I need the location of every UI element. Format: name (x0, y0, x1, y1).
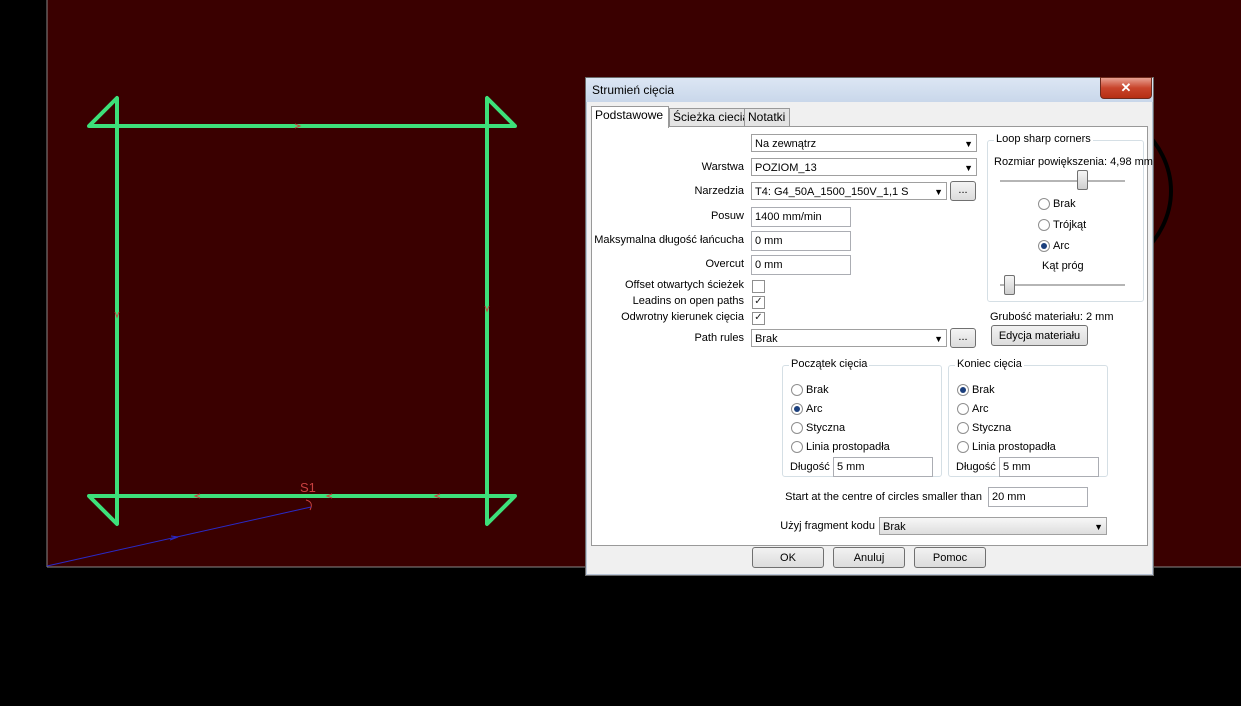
ok-button[interactable]: OK (752, 547, 824, 568)
tool-select[interactable]: T4: G4_50A_1500_150V_1,1 S ▼ (751, 182, 947, 200)
layer-select-value: POZIOM_13 (755, 162, 817, 174)
angle-slider-track (1000, 284, 1125, 287)
enlargement-size-label: Rozmiar powiększenia: 4,98 mm (994, 156, 1153, 168)
cancel-button[interactable]: Anuluj (833, 547, 905, 568)
cut-stream-dialog: Strumień cięcia ✕ Podstawowe Ścieżka cie… (585, 77, 1154, 576)
loop-option-none-label: Brak (1053, 198, 1076, 210)
material-thickness-label: Grubość materiału: 2 mm (990, 311, 1114, 323)
chevron-down-icon: ▼ (964, 139, 973, 149)
offset-open-label: Offset otwartych ścieżek (624, 279, 744, 291)
offset-open-checkbox[interactable] (752, 280, 765, 293)
circles-input[interactable]: 20 mm (988, 487, 1088, 507)
side-select[interactable]: Na zewnątrz ▼ (751, 134, 977, 152)
angle-slider-thumb[interactable] (1004, 275, 1015, 295)
loop-corners-title: Loop sharp corners (994, 133, 1093, 145)
angle-threshold-label: Kąt próg (1042, 260, 1084, 272)
circles-label: Start at the centre of circles smaller t… (785, 491, 982, 503)
end-length-input[interactable]: 5 mm (999, 457, 1099, 477)
path-rules-label: Path rules (694, 332, 744, 344)
chevron-down-icon: ▼ (934, 334, 943, 344)
end-perpendicular-label: Linia prostopadła (972, 441, 1056, 453)
overcut-label: Overcut (705, 258, 744, 270)
chevron-down-icon: ▼ (964, 163, 973, 173)
feed-label: Posuw (710, 210, 744, 222)
loop-option-arc-label: Arc (1053, 240, 1070, 252)
enlargement-slider-track (1000, 180, 1125, 183)
end-tangent-label: Styczna (972, 422, 1012, 434)
shape-label: S1 (300, 480, 316, 495)
tab-basic[interactable]: Podstawowe (591, 106, 669, 128)
reverse-label: Odwrotny kierunek cięcia (621, 311, 744, 323)
leadins-checkbox[interactable]: ✓ (752, 296, 765, 309)
start-arc-radio[interactable] (791, 403, 803, 415)
tab-notes[interactable]: Notatki (744, 108, 790, 127)
cut-start-group: Początek cięcia Brak Arc Styczna Linia p… (782, 358, 942, 477)
feed-input[interactable]: 1400 mm/min (751, 207, 851, 227)
edit-material-button[interactable]: Edycja materiału (991, 325, 1088, 346)
checkmark-icon: ✓ (754, 296, 763, 307)
start-perpendicular-radio[interactable] (791, 441, 803, 453)
close-icon: ✕ (1120, 80, 1132, 95)
max-chain-input[interactable]: 0 mm (751, 231, 851, 251)
dialog-titlebar[interactable]: Strumień cięcia ✕ (586, 77, 1153, 102)
reverse-checkbox[interactable]: ✓ (752, 312, 765, 325)
tool-label: Narzedzia (694, 185, 744, 197)
end-length-label: Długość (956, 461, 996, 473)
overcut-input[interactable]: 0 mm (751, 255, 851, 275)
max-chain-label: Maksymalna długość łańcucha (594, 234, 744, 246)
start-length-input[interactable]: 5 mm (833, 457, 933, 477)
start-tangent-radio[interactable] (791, 422, 803, 434)
code-fragment-select[interactable]: Brak ▼ (879, 517, 1107, 535)
loop-corners-group: Loop sharp corners Rozmiar powiększenia:… (987, 133, 1153, 302)
end-tangent-radio[interactable] (957, 422, 969, 434)
end-arc-label: Arc (972, 403, 989, 415)
tool-browse-button[interactable]: ... (950, 181, 976, 201)
tab-cut-path[interactable]: Ścieżka ciecia (669, 108, 749, 127)
chevron-down-icon: ▼ (934, 187, 943, 197)
end-none-radio[interactable] (957, 384, 969, 396)
start-length-label: Długość (790, 461, 830, 473)
leadins-label: Leadins on open paths (632, 295, 744, 307)
loop-option-none-radio[interactable] (1038, 198, 1050, 210)
end-perpendicular-radio[interactable] (957, 441, 969, 453)
start-arc-label: Arc (806, 403, 823, 415)
close-button[interactable]: ✕ (1100, 77, 1152, 99)
start-tangent-label: Styczna (806, 422, 846, 434)
loop-option-triangle-label: Trójkąt (1053, 219, 1087, 231)
chevron-down-icon: ▼ (1094, 522, 1103, 532)
end-none-label: Brak (972, 384, 995, 396)
checkmark-icon: ✓ (754, 312, 763, 323)
cut-end-title: Koniec cięcia (955, 358, 1024, 370)
start-none-radio[interactable] (791, 384, 803, 396)
code-fragment-label: Użyj fragment kodu (780, 520, 875, 532)
code-fragment-value: Brak (883, 521, 906, 533)
enlargement-slider-thumb[interactable] (1077, 170, 1088, 190)
side-select-value: Na zewnątrz (755, 138, 817, 150)
loop-option-arc-radio[interactable] (1038, 240, 1050, 252)
start-perpendicular-label: Linia prostopadła (806, 441, 890, 453)
dialog-title: Strumień cięcia (592, 83, 675, 97)
cut-end-group: Koniec cięcia Brak Arc Styczna Linia pro… (948, 358, 1108, 477)
start-none-label: Brak (806, 384, 829, 396)
cut-start-title: Początek cięcia (789, 358, 870, 370)
basic-tab-panel: Na zewnątrz ▼ Warstwa POZIOM_13 ▼ Narzedzi… (591, 126, 1153, 546)
help-button[interactable]: Pomoc (914, 547, 986, 568)
end-arc-radio[interactable] (957, 403, 969, 415)
path-rules-browse-button[interactable]: ... (950, 328, 976, 348)
loop-option-triangle-radio[interactable] (1038, 219, 1050, 231)
layer-select[interactable]: POZIOM_13 ▼ (751, 158, 977, 176)
tool-select-value: T4: G4_50A_1500_150V_1,1 S (755, 186, 909, 198)
layer-label: Warstwa (701, 161, 744, 173)
path-rules-select[interactable]: Brak ▼ (751, 329, 947, 347)
path-rules-value: Brak (755, 333, 778, 345)
